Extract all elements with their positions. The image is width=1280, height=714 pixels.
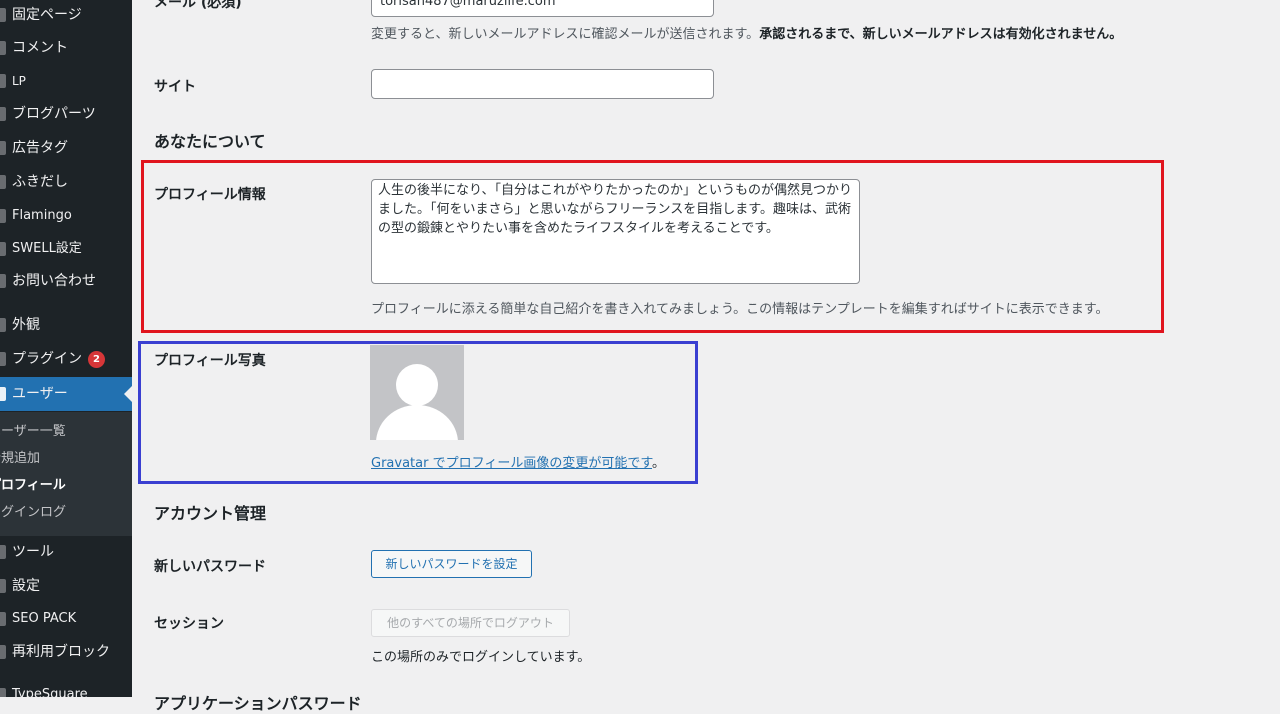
- submenu-profile[interactable]: プロフィール: [0, 477, 66, 495]
- submenu-user-list[interactable]: ユーザー一覧: [0, 423, 66, 441]
- about-section-title: あなたについて: [154, 132, 266, 151]
- site-label: サイト: [154, 79, 196, 95]
- swell-icon: [0, 242, 6, 256]
- plugins-icon: [0, 352, 6, 366]
- profile-form: メール (必須) torisan487@maruzlife.com 変更すると、…: [132, 0, 1280, 713]
- seo-icon: [0, 612, 6, 626]
- lp-icon: [0, 74, 6, 88]
- balloon-icon: [0, 175, 6, 189]
- session-description: この場所のみでログインしています。: [371, 650, 591, 665]
- gravatar-link[interactable]: Gravatar でプロフィール画像の変更が可能です: [371, 456, 652, 471]
- tools-icon: [0, 545, 6, 559]
- site-url-field[interactable]: [371, 69, 714, 99]
- bio-label: プロフィール情報: [154, 187, 266, 203]
- avatar: [370, 345, 464, 440]
- submenu-add-new[interactable]: 新規追加: [0, 450, 40, 468]
- email-field[interactable]: torisan487@maruzlife.com: [371, 0, 714, 17]
- contact-icon: [0, 274, 6, 288]
- new-password-label: 新しいパスワード: [154, 559, 266, 575]
- appearance-icon: [0, 318, 6, 332]
- ad-tag-icon: [0, 141, 6, 155]
- default-avatar-icon: [370, 345, 464, 440]
- logout-everywhere-button[interactable]: 他のすべての場所でログアウト: [371, 609, 570, 637]
- session-label: セッション: [154, 616, 224, 632]
- users-icon: [0, 387, 6, 401]
- admin-sidebar: 固定ページ コメント LP ブログパーツ 広告タグ ふきだし Flamingo …: [0, 0, 132, 697]
- current-menu-arrow-icon: [124, 386, 132, 402]
- typesquare-icon: [0, 688, 6, 697]
- reusable-blocks-icon: [0, 645, 6, 659]
- account-section-title: アカウント管理: [154, 504, 267, 523]
- email-description: 変更すると、新しいメールアドレスに確認メールが送信されます。承認されるまで、新し…: [371, 27, 1123, 42]
- app-passwords-section-title: アプリケーションパスワード: [154, 694, 362, 713]
- plugin-update-badge: 2: [88, 350, 105, 368]
- flamingo-icon: [0, 209, 6, 223]
- comments-icon: [0, 41, 6, 55]
- set-new-password-button[interactable]: 新しいパスワードを設定: [371, 550, 532, 578]
- photo-label: プロフィール写真: [154, 353, 266, 369]
- gravatar-note: Gravatar でプロフィール画像の変更が可能です。: [371, 456, 666, 471]
- submenu-login-log[interactable]: ログインログ: [0, 504, 66, 522]
- bio-description: プロフィールに添える簡単な自己紹介を書き入れてみましょう。この情報はテンプレート…: [371, 302, 1109, 317]
- sidebar-item-users[interactable]: ユーザー: [0, 377, 132, 411]
- bio-textarea[interactable]: 人生の後半になり、「自分はこれがやりたかったのか」というものが偶然見つかりました…: [371, 179, 860, 284]
- blog-parts-icon: [0, 107, 6, 121]
- email-label: メール (必須): [154, 0, 242, 11]
- pages-icon: [0, 8, 6, 22]
- settings-icon: [0, 579, 6, 593]
